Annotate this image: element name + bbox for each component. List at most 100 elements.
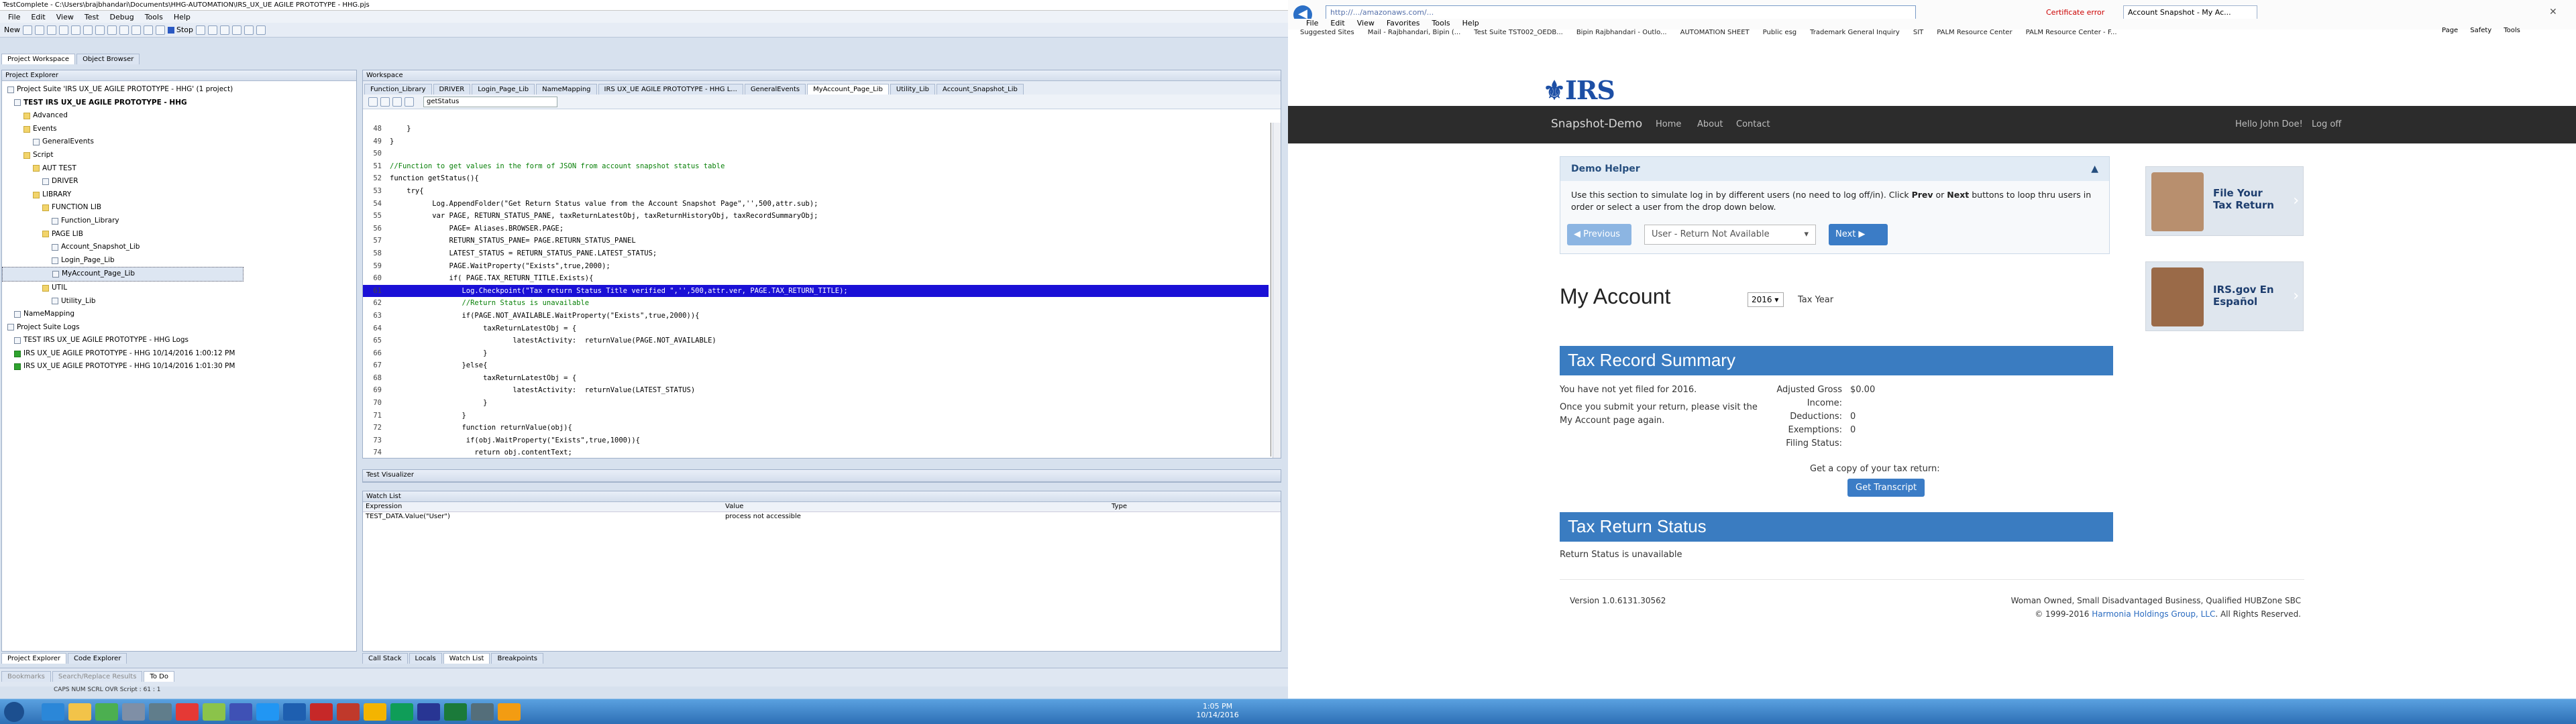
code-line[interactable]: 73 if(obj.WaitProperty("Exists",true,100…: [363, 434, 1269, 447]
nav-user-greeting[interactable]: Hello John Doe!: [2235, 119, 2303, 129]
app5-icon[interactable]: [229, 703, 252, 721]
undo-icon[interactable]: [59, 25, 68, 35]
tc-menu-item[interactable]: Debug: [105, 11, 140, 23]
editor-tab[interactable]: DRIVER: [433, 84, 471, 95]
code-line[interactable]: 68 taxReturnLatestObj = {: [363, 372, 1269, 385]
tc-menu-item[interactable]: Test: [79, 11, 105, 23]
clock[interactable]: 1:05 PM 10/14/2016: [1194, 702, 1241, 719]
editor-tab[interactable]: MyAccount_Page_Lib: [807, 84, 889, 95]
breakpoint-icon[interactable]: [232, 25, 242, 35]
favorite-link[interactable]: Bipin Rajbhandari - Outlo...: [1576, 29, 1667, 36]
favorite-link[interactable]: Trademark General Inquiry: [1810, 29, 1900, 36]
open-icon[interactable]: [23, 25, 32, 35]
code-line[interactable]: 59 PAGE.WaitProperty("Exists",true,2000)…: [363, 260, 1269, 273]
editor-tab[interactable]: Account_Snapshot_Lib: [936, 84, 1024, 95]
tree-item[interactable]: TEST IRS UX_UE AGILE PROTOTYPE - HHG: [2, 97, 356, 110]
favorite-link[interactable]: Mail - Rajbhandari, Bipin (...: [1368, 29, 1461, 36]
nav-logoff[interactable]: Log off: [2312, 119, 2341, 129]
layout-icon[interactable]: [244, 25, 254, 35]
tree-item[interactable]: Script: [2, 149, 356, 162]
code-line[interactable]: 74 return obj.contentText;: [363, 446, 1269, 458]
pause-icon[interactable]: [156, 25, 165, 35]
code-line[interactable]: 62 //Return Status is unavailable: [363, 297, 1269, 310]
step-into-icon[interactable]: [196, 25, 206, 35]
favorite-link[interactable]: AUTOMATION SHEET: [1680, 29, 1750, 36]
outdent-icon[interactable]: [405, 97, 414, 107]
code-line[interactable]: 53 try{: [363, 185, 1269, 198]
function-selector[interactable]: getStatus: [423, 96, 557, 107]
debug-tab[interactable]: Watch List: [443, 653, 490, 664]
tree-item[interactable]: Login_Page_Lib: [2, 254, 356, 267]
app6-icon[interactable]: [256, 703, 279, 721]
tab-search-results[interactable]: Search/Replace Results: [52, 671, 143, 682]
app11-icon[interactable]: [471, 703, 494, 721]
tree-item[interactable]: PAGE LIB: [2, 228, 356, 241]
editor-scrollbar[interactable]: [1273, 123, 1281, 458]
tree-item[interactable]: IRS UX_UE AGILE PROTOTYPE - HHG 10/14/20…: [2, 347, 356, 361]
code-line[interactable]: 71 }: [363, 410, 1269, 422]
run-icon[interactable]: [144, 25, 153, 35]
demo-helper-header[interactable]: Demo Helper ▲: [1560, 157, 2109, 181]
favorite-link[interactable]: Suggested Sites: [1300, 29, 1354, 36]
favorite-link[interactable]: SIT: [1913, 29, 1923, 36]
code-line[interactable]: 49}: [363, 135, 1269, 148]
code-line[interactable]: 72 function returnValue(obj){: [363, 422, 1269, 434]
debug-tab[interactable]: Call Stack: [362, 653, 408, 664]
irs-logo[interactable]: ⚜IRS: [1543, 75, 1615, 105]
editor-tab[interactable]: Utility_Lib: [890, 84, 936, 95]
command-item[interactable]: Page: [2442, 27, 2458, 34]
app10-icon[interactable]: [417, 703, 440, 721]
editor-tab[interactable]: GeneralEvents: [744, 84, 806, 95]
favorite-link[interactable]: PALM Resource Center: [1937, 29, 2012, 36]
code-line[interactable]: 54 Log.AppendFolder("Get Return Status v…: [363, 198, 1269, 210]
code-line[interactable]: 63 if(PAGE.NOT_AVAILABLE.WaitProperty("E…: [363, 310, 1269, 322]
tree-item[interactable]: Events: [2, 123, 356, 136]
step-over-icon[interactable]: [208, 25, 218, 35]
editor-tab[interactable]: Login_Page_Lib: [472, 84, 535, 95]
comment-icon[interactable]: [368, 97, 378, 107]
collapse-icon[interactable]: ▲: [2091, 164, 2098, 174]
excel-icon[interactable]: [444, 703, 467, 721]
company-link[interactable]: Harmonia Holdings Group, LLC: [2092, 609, 2215, 619]
code-editor[interactable]: 48 } 49} 50 51//Function to get values in t…: [363, 123, 1269, 458]
tree-item[interactable]: AUT TEST: [2, 162, 356, 176]
tab-object-browser[interactable]: Object Browser: [76, 54, 140, 64]
app4-icon[interactable]: [203, 703, 225, 721]
tc-menu-item[interactable]: View: [51, 11, 79, 23]
watch-list-row[interactable]: TEST_DATA.Value("User") process not acce…: [363, 512, 1281, 522]
certificate-error[interactable]: Certificate error: [2046, 8, 2104, 17]
code-line[interactable]: 55 var PAGE, RETURN_STATUS_PANE, taxRetu…: [363, 210, 1269, 223]
app7-icon[interactable]: [310, 703, 333, 721]
code-line[interactable]: 67 }else{: [363, 359, 1269, 372]
tree-item[interactable]: Function_Library: [2, 215, 356, 228]
app-icon[interactable]: [122, 703, 145, 721]
word-icon[interactable]: [283, 703, 306, 721]
tree-item[interactable]: MyAccount_Page_Lib: [2, 267, 244, 282]
tree-item[interactable]: Project Suite Logs: [2, 321, 356, 335]
new-button[interactable]: New: [4, 25, 20, 34]
tree-item[interactable]: UTIL: [2, 282, 356, 295]
tree-item[interactable]: TEST IRS UX_UE AGILE PROTOTYPE - HHG Log…: [2, 334, 356, 347]
nav-brand[interactable]: Snapshot-Demo: [1551, 117, 1642, 131]
record-icon[interactable]: [131, 25, 141, 35]
command-item[interactable]: Safety: [2470, 27, 2491, 34]
layout2-icon[interactable]: [256, 25, 266, 35]
code-line[interactable]: 50: [363, 147, 1269, 160]
cut-icon[interactable]: [83, 25, 93, 35]
editor-tab[interactable]: IRS UX_UE AGILE PROTOTYPE - HHG L...: [598, 84, 743, 95]
user-select[interactable]: User - Return Not Available ▾: [1644, 225, 1816, 245]
app2-icon[interactable]: [149, 703, 172, 721]
address-bar[interactable]: http://.../amazonaws.com/...: [1326, 5, 1916, 20]
start-button[interactable]: [4, 702, 24, 722]
stop-button[interactable]: Stop: [168, 25, 193, 34]
command-item[interactable]: Tools: [2504, 27, 2520, 34]
code-line[interactable]: 69 latestActivity: returnValue(LATEST_ST…: [363, 384, 1269, 397]
nav-home[interactable]: Home: [1656, 119, 1681, 129]
app8-icon[interactable]: [364, 703, 386, 721]
app9-icon[interactable]: [390, 703, 413, 721]
redo-icon[interactable]: [71, 25, 80, 35]
tax-year-select[interactable]: 2016 ▾: [1748, 292, 1784, 307]
tree-item[interactable]: DRIVER: [2, 175, 356, 188]
step-out-icon[interactable]: [220, 25, 230, 35]
copy-icon[interactable]: [95, 25, 105, 35]
